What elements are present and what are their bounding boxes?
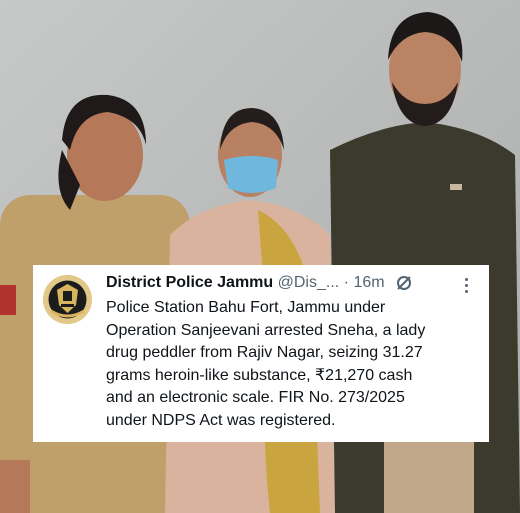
more-options-icon[interactable] bbox=[465, 278, 469, 294]
account-avatar[interactable] bbox=[43, 275, 92, 324]
tweet-card[interactable]: District Police Jammu @Dis_... · 16m Pol… bbox=[33, 265, 489, 442]
tweet-timestamp[interactable]: 16m bbox=[353, 274, 384, 291]
separator-dot: · bbox=[343, 274, 349, 291]
police-emblem-icon bbox=[43, 275, 92, 324]
account-name[interactable]: District Police Jammu bbox=[106, 274, 273, 291]
grok-icon[interactable] bbox=[395, 274, 413, 292]
tweet-text: Police Station Bahu Fort, Jammu under Op… bbox=[106, 299, 426, 429]
account-handle[interactable]: @Dis_... bbox=[278, 274, 340, 291]
tweet-header: District Police Jammu @Dis_... · 16m bbox=[106, 272, 477, 294]
